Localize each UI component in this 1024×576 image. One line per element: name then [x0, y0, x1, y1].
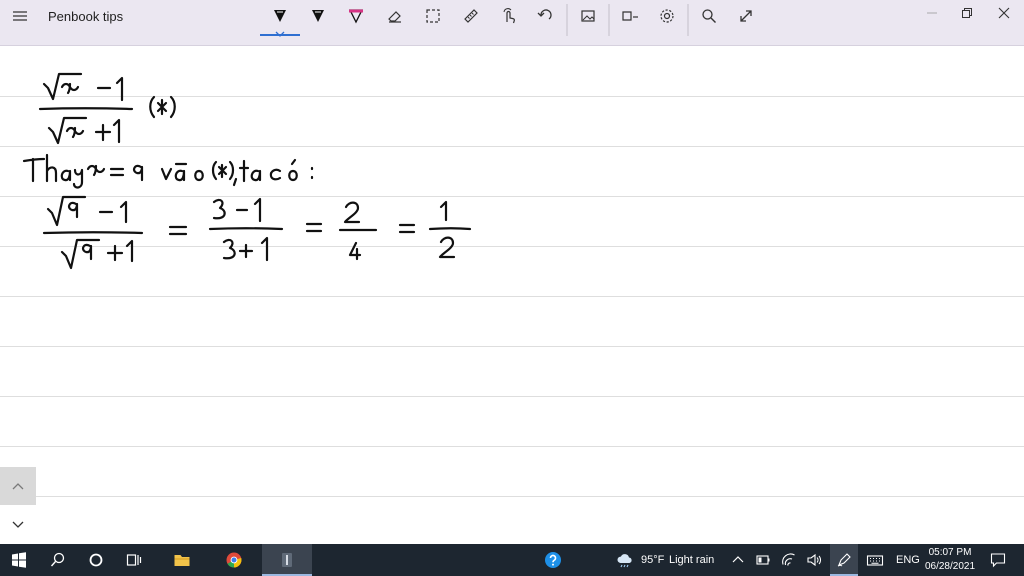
- note-canvas[interactable]: [0, 47, 1024, 544]
- hamburger-menu-icon[interactable]: [10, 8, 30, 24]
- pen-workspace-button[interactable]: [830, 544, 858, 576]
- action-center-button[interactable]: [986, 544, 1010, 576]
- image-icon: [581, 10, 595, 22]
- penbook-icon: [282, 553, 292, 567]
- touch-writing-icon: [503, 8, 515, 24]
- pen-tool-dark[interactable]: [304, 4, 332, 28]
- help-icon: [545, 552, 561, 568]
- clock-date: 06/28/2021: [924, 561, 976, 572]
- weather-condition: Light rain: [669, 554, 715, 566]
- battery-icon: [756, 555, 770, 565]
- touch-keyboard-button[interactable]: [862, 544, 888, 576]
- lasso-select-icon: [426, 9, 440, 23]
- settings-tool[interactable]: [653, 4, 681, 28]
- clock[interactable]: 05:07 PM 06/28/2021: [916, 546, 984, 574]
- minimize-button[interactable]: [920, 4, 944, 22]
- file-explorer-button[interactable]: [162, 544, 202, 576]
- search-icon: [702, 9, 716, 23]
- insert-image-tool[interactable]: [574, 4, 602, 28]
- highlighter-tool[interactable]: [342, 4, 370, 28]
- highlighter-icon: [348, 9, 364, 24]
- app-title: Penbook tips: [48, 9, 124, 24]
- start-button[interactable]: [0, 544, 38, 576]
- shapes-icon: [622, 11, 638, 21]
- weather-button[interactable]: [612, 544, 638, 576]
- cortana-icon: [89, 553, 103, 567]
- windows-taskbar: 95°F Light rain ENG 05:07 PM 06/28/2021: [0, 544, 1024, 576]
- ruler-tool[interactable]: [457, 4, 485, 28]
- toolbar-divider: [566, 4, 568, 36]
- battery-button[interactable]: [752, 544, 774, 576]
- eraser-tool[interactable]: [381, 4, 409, 28]
- touch-writing-tool[interactable]: [495, 4, 523, 28]
- chevron-up-icon: [12, 483, 24, 490]
- ruler-icon: [464, 9, 478, 23]
- toolbar-divider: [687, 4, 689, 36]
- lasso-select-tool[interactable]: [419, 4, 447, 28]
- handwriting-line-3: [42, 195, 472, 270]
- chrome-button[interactable]: [214, 544, 254, 576]
- speaker-icon: [807, 553, 821, 567]
- wifi-button[interactable]: [778, 544, 800, 576]
- search-icon: [50, 552, 65, 567]
- scroll-down-button[interactable]: [6, 517, 30, 533]
- shapes-tool[interactable]: [616, 4, 644, 28]
- handwriting-line-1: [38, 72, 176, 145]
- chevron-down-icon: [12, 521, 24, 528]
- fullscreen-tool[interactable]: [732, 4, 760, 28]
- pen-tool-black[interactable]: [260, 4, 300, 37]
- search-tool[interactable]: [695, 4, 723, 28]
- show-hidden-icons-button[interactable]: [727, 544, 749, 576]
- search-button[interactable]: [40, 544, 76, 576]
- help-button[interactable]: [540, 544, 566, 576]
- cloud-rain-icon: [617, 554, 632, 568]
- chevron-up-icon: [732, 556, 744, 563]
- handwriting-line-2: [22, 153, 314, 189]
- chevron-down-icon: [275, 24, 285, 37]
- task-view-icon: [126, 554, 142, 566]
- pen-icon: [274, 10, 286, 22]
- notification-icon: [990, 553, 1006, 568]
- handwriting-ink: [22, 72, 472, 270]
- clock-time: 05:07 PM: [928, 547, 972, 558]
- task-view-button[interactable]: [116, 544, 152, 576]
- close-icon: [998, 7, 1010, 19]
- wifi-icon: [782, 553, 795, 566]
- volume-button[interactable]: [803, 544, 825, 576]
- windows-logo-icon: [12, 552, 26, 568]
- scroll-up-button[interactable]: [0, 467, 36, 505]
- undo-tool[interactable]: [531, 4, 559, 28]
- toolbar-divider: [608, 4, 610, 36]
- keyboard-icon: [866, 555, 884, 566]
- app-toolbar: Penbook tips: [0, 0, 1024, 46]
- chrome-icon: [226, 552, 242, 568]
- undo-icon: [537, 9, 552, 20]
- penbook-app-button[interactable]: [262, 544, 312, 576]
- minimize-icon: [927, 12, 937, 14]
- pen-icon: [312, 10, 324, 22]
- pen-workspace-icon: [837, 553, 851, 567]
- restore-icon: [962, 8, 972, 18]
- cortana-button[interactable]: [78, 544, 114, 576]
- folder-icon: [174, 555, 190, 566]
- gear-icon: [660, 9, 674, 23]
- maximize-button[interactable]: [955, 4, 979, 22]
- weather-temperature: 95°F: [641, 554, 665, 566]
- expand-icon: [740, 10, 752, 22]
- close-button[interactable]: [992, 4, 1016, 22]
- eraser-icon: [388, 11, 401, 23]
